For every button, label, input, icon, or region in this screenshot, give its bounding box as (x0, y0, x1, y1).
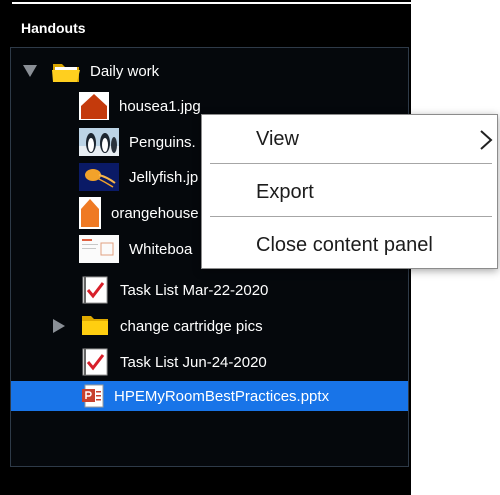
menu-item-export[interactable]: Export (202, 169, 497, 215)
tree-item-task-list-mar[interactable]: Task List Mar-22-2020 (11, 273, 408, 307)
task-list-icon (82, 276, 108, 304)
panel-title: Handouts (21, 20, 86, 36)
tree-folder-label: Daily work (90, 62, 160, 80)
orange-house-thumbnail-icon (79, 197, 101, 229)
tree-folder-label: change cartridge pics (120, 317, 263, 335)
chevron-right-icon[interactable] (53, 319, 65, 333)
panel-top-divider (12, 2, 411, 4)
folder-open-icon (52, 64, 80, 82)
penguins-thumbnail-icon (79, 128, 119, 156)
jellyfish-thumbnail-icon (79, 163, 119, 191)
file-label: HPEMyRoomBestPractices.pptx (114, 387, 330, 405)
file-label: Penguins. (129, 133, 196, 151)
folder-icon (82, 316, 108, 335)
menu-item-label: Export (256, 180, 314, 203)
file-label: Jellyfish.jp (129, 168, 199, 186)
menu-item-label: View (256, 127, 299, 150)
powerpoint-file-icon (82, 384, 104, 408)
task-list-icon (82, 348, 108, 376)
chevron-down-icon[interactable] (23, 65, 37, 77)
tree-folder-change-cartridge[interactable]: change cartridge pics (11, 309, 408, 343)
tree-folder-daily-work[interactable]: Daily work (11, 54, 408, 88)
menu-divider (210, 163, 492, 164)
menu-divider (210, 216, 492, 217)
file-label: Task List Jun-24-2020 (120, 353, 267, 371)
file-label: Whiteboa (129, 240, 193, 258)
context-menu: View Export Close content panel (201, 114, 498, 269)
file-label: housea1.jpg (119, 97, 201, 115)
menu-item-close-content-panel[interactable]: Close content panel (202, 222, 497, 268)
menu-item-label: Close content panel (256, 233, 433, 256)
whiteboard-thumbnail-icon (79, 235, 119, 263)
tree-item-task-list-jun[interactable]: Task List Jun-24-2020 (11, 345, 408, 379)
menu-item-view[interactable]: View (202, 116, 497, 162)
file-label: orangehouse (111, 204, 199, 222)
house-thumbnail-icon (79, 92, 109, 120)
file-label: Task List Mar-22-2020 (120, 281, 269, 299)
tree-item-selected-pptx[interactable]: HPEMyRoomBestPractices.pptx (11, 381, 408, 411)
chevron-right-icon (480, 130, 493, 150)
